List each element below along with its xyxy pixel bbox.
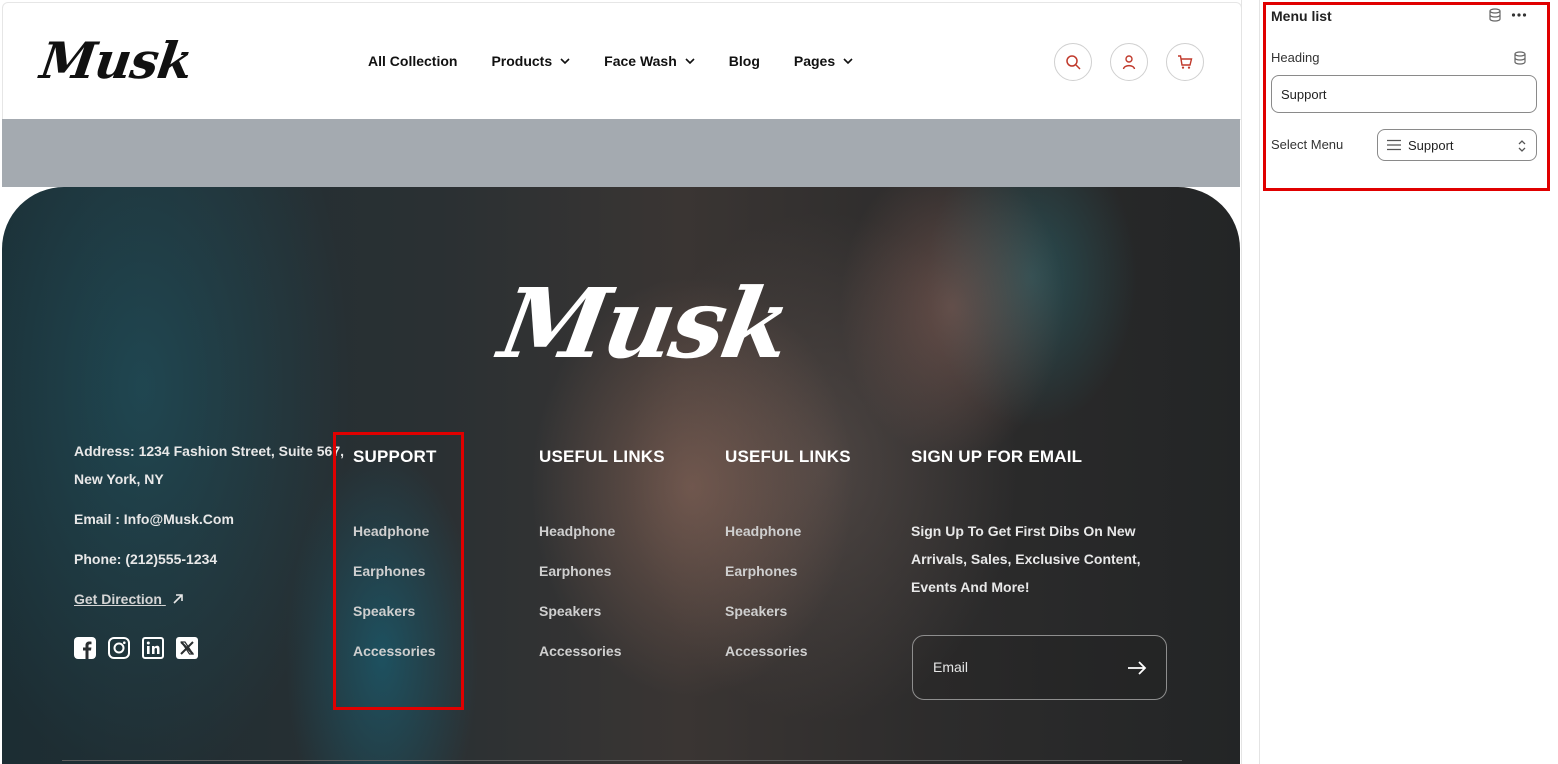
select-menu-label: Select Menu — [1271, 137, 1344, 152]
search-button[interactable] — [1054, 43, 1092, 81]
chevron-updown-icon — [1518, 140, 1526, 152]
heading-input-value: Support — [1281, 86, 1327, 102]
chevron-down-icon — [560, 58, 570, 65]
account-button[interactable] — [1110, 43, 1148, 81]
database-icon[interactable] — [1513, 51, 1527, 65]
signup-text-line1: Sign Up To Get First Dibs On New — [911, 523, 1136, 539]
footer-phone: Phone: (212)555-1234 — [74, 551, 218, 567]
cart-icon — [1178, 55, 1193, 69]
nav-products[interactable]: Products — [491, 53, 570, 69]
menu-icon — [1387, 139, 1401, 151]
email-placeholder: Email — [933, 659, 969, 675]
footer-link[interactable]: Earphones — [539, 563, 611, 579]
support-column-highlight — [333, 432, 464, 710]
heading-label: Heading — [1271, 50, 1320, 65]
footer-link[interactable]: Earphones — [725, 563, 797, 579]
x-icon[interactable] — [176, 637, 198, 659]
nav-label: All Collection — [368, 53, 458, 69]
nav-label: Blog — [728, 53, 760, 69]
signup-heading: SIGN UP FOR EMAIL — [911, 447, 1083, 466]
chevron-down-icon — [843, 58, 853, 65]
search-icon — [1066, 55, 1081, 70]
site-footer: Musk Address: 1234 Fashion Street, Suite… — [2, 187, 1240, 764]
nav-label: Pages — [793, 53, 836, 69]
cart-button[interactable] — [1166, 43, 1204, 81]
nav-all-collection[interactable]: All Collection — [368, 53, 457, 69]
settings-panel: Menu list Heading Support Select Menu Su… — [1259, 0, 1558, 764]
nav-label: Face Wash — [604, 53, 677, 69]
heading-input[interactable]: Support — [1271, 75, 1537, 113]
select-menu-value: Support — [1408, 137, 1454, 153]
nav-face-wash[interactable]: Face Wash — [604, 53, 695, 69]
site-logo[interactable]: Musk — [37, 31, 196, 90]
instagram-icon[interactable] — [108, 637, 130, 659]
footer-link[interactable]: Accessories — [539, 643, 622, 659]
facebook-icon[interactable] — [74, 637, 96, 659]
footer-address-line1: Address: 1234 Fashion Street, Suite 567, — [74, 443, 344, 459]
footer-link[interactable]: Headphone — [725, 523, 801, 539]
linkedin-icon[interactable] — [142, 637, 164, 659]
main-nav: All Collection Products Face Wash Blog P… — [368, 53, 887, 69]
arrow-up-right-icon — [173, 594, 183, 604]
site-header: Musk All Collection Products Face Wash B… — [2, 2, 1241, 120]
more-options-icon[interactable] — [1511, 10, 1527, 20]
footer-link[interactable]: Speakers — [725, 603, 787, 619]
footer-divider — [62, 760, 1182, 761]
email-signup-field[interactable]: Email — [912, 635, 1167, 700]
image-band — [2, 119, 1240, 187]
footer-address-line2: New York, NY — [74, 471, 164, 487]
nav-blog[interactable]: Blog — [729, 53, 760, 69]
footer-logo: Musk — [492, 267, 797, 380]
footer-email: Email : Info@Musk.Com — [74, 511, 234, 527]
select-menu-dropdown[interactable]: Support — [1377, 129, 1537, 161]
useful-links-heading: USEFUL LINKS — [539, 447, 665, 466]
nav-pages[interactable]: Pages — [794, 53, 853, 69]
arrow-right-icon[interactable] — [1127, 660, 1147, 676]
preview-pane: Musk All Collection Products Face Wash B… — [0, 0, 1242, 764]
signup-text-line3: Events And More! — [911, 579, 1030, 595]
footer-link[interactable]: Headphone — [539, 523, 615, 539]
panel-title: Menu list — [1271, 8, 1332, 24]
useful-links-heading: USEFUL LINKS — [725, 447, 851, 466]
user-icon — [1122, 55, 1136, 70]
get-direction-link[interactable]: Get Direction — [74, 591, 184, 607]
nav-label: Products — [491, 53, 553, 69]
database-icon[interactable] — [1488, 8, 1502, 22]
chevron-down-icon — [685, 58, 695, 65]
footer-link[interactable]: Speakers — [539, 603, 601, 619]
get-direction-label: Get Direction — [74, 591, 162, 607]
signup-text-line2: Arrivals, Sales, Exclusive Content, — [911, 551, 1141, 567]
footer-link[interactable]: Accessories — [725, 643, 808, 659]
